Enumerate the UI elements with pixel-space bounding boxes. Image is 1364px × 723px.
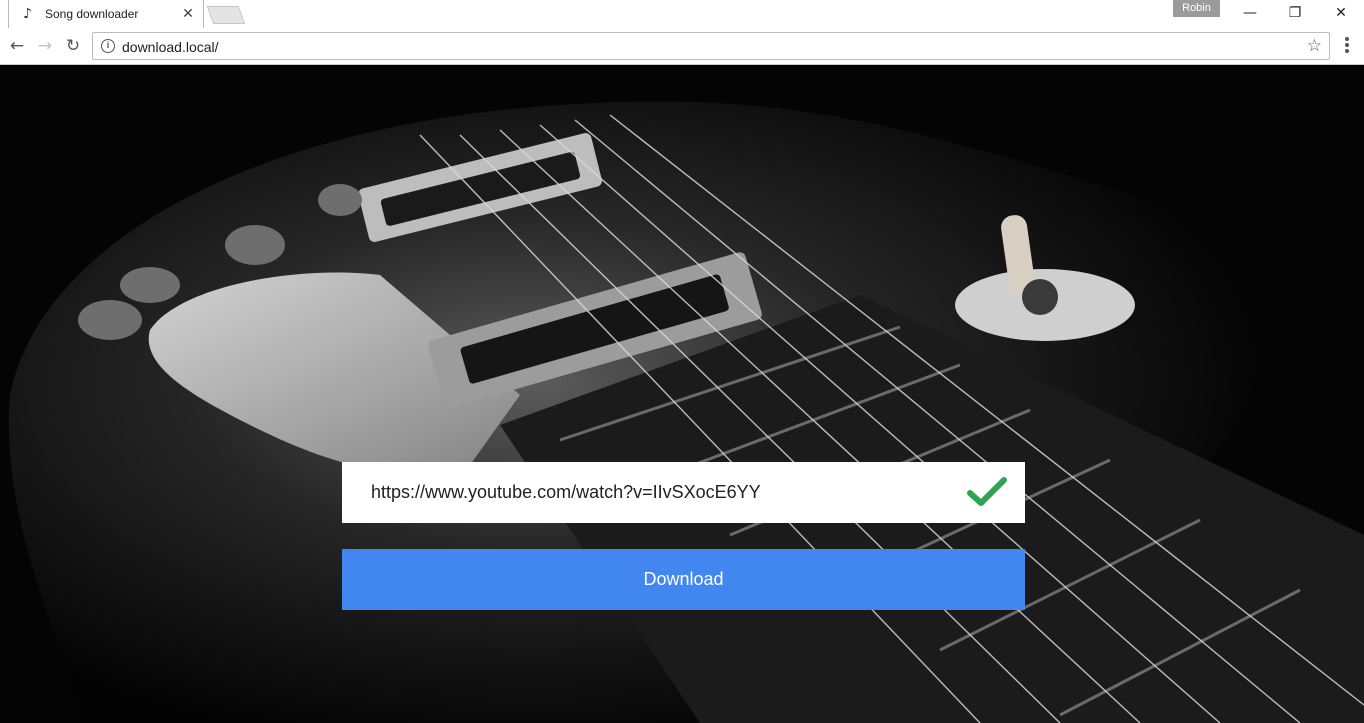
guitar-background-image [0,65,1364,723]
minimize-button[interactable]: — [1227,0,1273,26]
page-viewport: Download [0,65,1364,723]
browser-title-bar: ♪ Song downloader ✕ Robin — ❐ ✕ [0,0,1364,28]
close-window-button[interactable]: ✕ [1318,0,1364,26]
browser-toolbar: ← → ↻ i download.local/ ☆ [0,28,1364,65]
back-arrow-icon[interactable]: ← [6,35,28,57]
restore-button[interactable]: ❐ [1272,0,1318,26]
bookmark-star-icon[interactable]: ☆ [1307,36,1322,56]
reload-icon[interactable]: ↻ [62,35,84,57]
browser-tab[interactable]: ♪ Song downloader ✕ [8,0,204,28]
address-bar[interactable]: i download.local/ ☆ [92,32,1330,60]
new-tab-button[interactable] [206,6,246,24]
forward-arrow-icon[interactable]: → [34,35,56,57]
url-input[interactable] [371,462,961,523]
profile-badge[interactable]: Robin [1173,0,1220,17]
address-url[interactable]: download.local/ [122,39,219,55]
download-button[interactable]: Download [342,549,1025,610]
checkmark-icon [967,477,1007,506]
tab-title: Song downloader [45,7,139,21]
url-field [342,462,1025,523]
browser-menu-icon[interactable] [1344,37,1350,55]
music-note-icon: ♪ [23,6,32,22]
tab-close-icon[interactable]: ✕ [179,6,197,22]
info-icon[interactable]: i [101,39,115,53]
